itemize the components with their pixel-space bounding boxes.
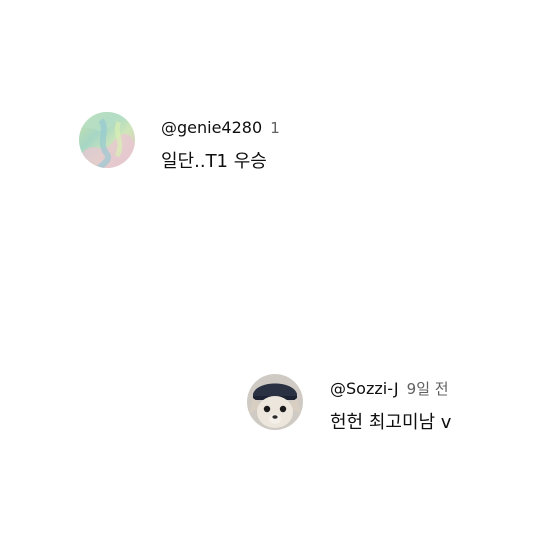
abstract-pastel-avatar-icon xyxy=(79,112,135,168)
comment-meta: @genie4280 1 xyxy=(161,118,280,138)
comment-time[interactable]: 1 xyxy=(270,119,280,137)
comment-text: 일단..T1 우승 xyxy=(161,151,267,172)
avatar[interactable] xyxy=(79,112,135,168)
author-handle[interactable]: @Sozzi-J xyxy=(330,379,399,398)
comment-text: 헌헌 최고미남 v xyxy=(330,412,452,433)
chihuahua-with-cap-avatar-icon xyxy=(247,374,303,430)
comment-time[interactable]: 9일 전 xyxy=(407,380,449,398)
author-handle[interactable]: @genie4280 xyxy=(161,118,262,137)
comment-item: @genie4280 1 일단..T1 우승 xyxy=(79,112,339,172)
avatar[interactable] xyxy=(247,374,303,430)
comment-item: @Sozzi-J 9일 전 헌헌 최고미남 v xyxy=(247,374,547,434)
comment-meta: @Sozzi-J 9일 전 xyxy=(330,379,449,399)
